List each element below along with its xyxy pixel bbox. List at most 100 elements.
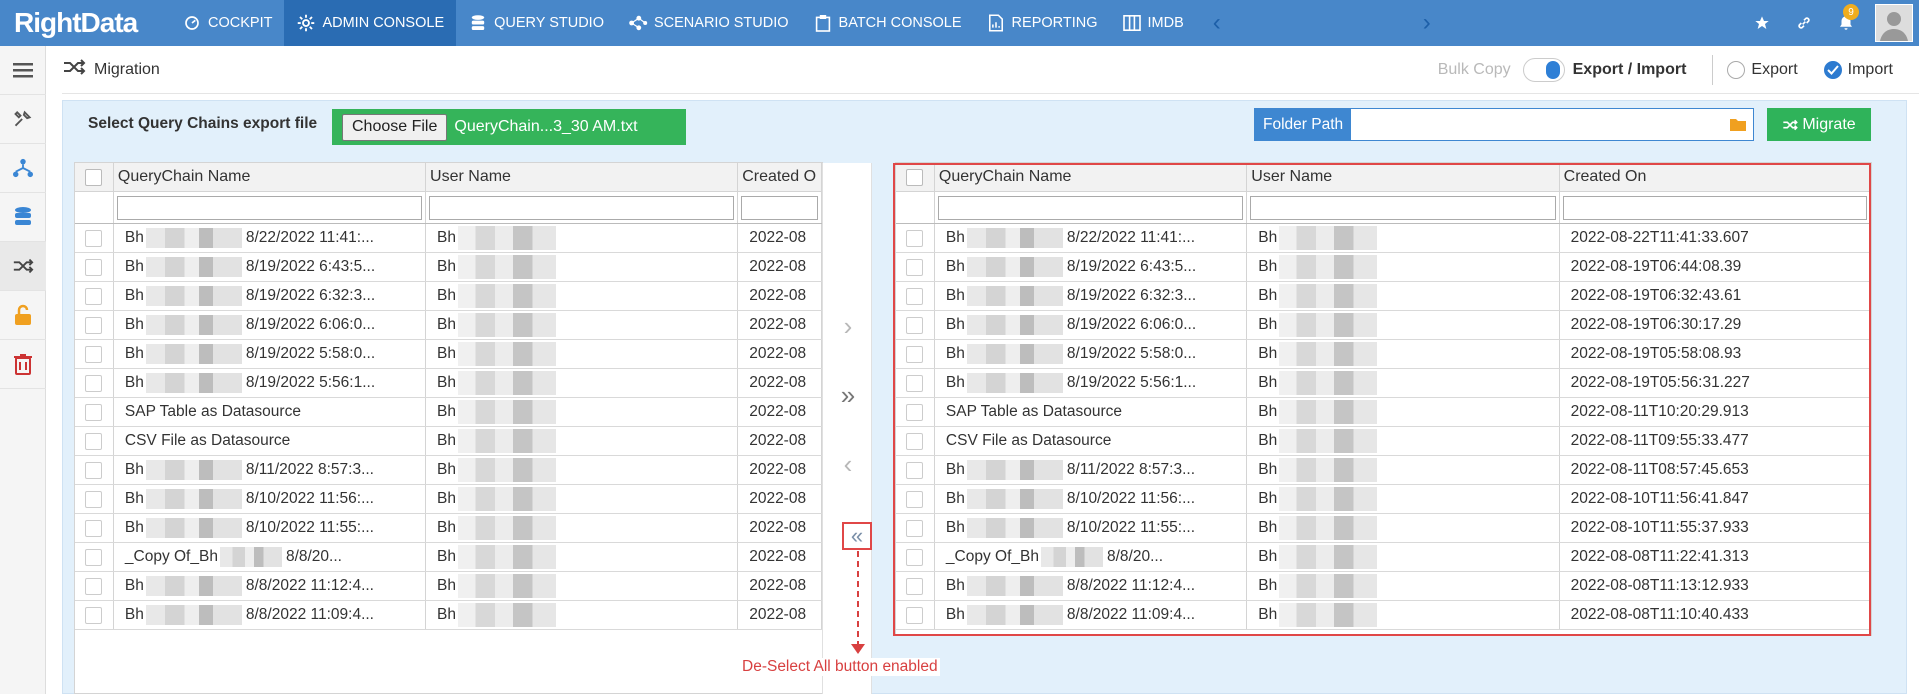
table-row[interactable]: Bh 8/10/2022 11:56:... Bh 2022-08 (75, 485, 822, 514)
row-checkbox[interactable] (85, 258, 103, 276)
table-row[interactable]: Bh 8/19/2022 6:06:0... Bh 2022-08 (75, 311, 822, 340)
folder-path-input[interactable] (1351, 109, 1723, 140)
row-checkbox[interactable] (85, 345, 103, 363)
nav-item-admin-console[interactable]: ADMIN CONSOLE (284, 0, 457, 46)
database-icon[interactable] (0, 193, 46, 242)
table-row[interactable]: Bh 8/22/2022 11:41:... Bh 2022-08 (75, 224, 822, 253)
row-checkbox[interactable] (85, 606, 103, 624)
table-row[interactable]: Bh 8/19/2022 6:43:5... Bh 2022-08-19T06:44:… (896, 253, 1871, 282)
folder-icon[interactable] (1723, 109, 1753, 140)
row-checkbox[interactable] (906, 577, 924, 595)
row-checkbox[interactable] (85, 374, 103, 392)
select-all-checkbox[interactable] (85, 168, 103, 186)
row-checkbox[interactable] (85, 490, 103, 508)
notification-bell-icon[interactable]: 9 (1825, 0, 1867, 46)
table-row[interactable]: Bh 8/19/2022 6:43:5... Bh 2022-08 (75, 253, 822, 282)
menu-toggle-icon[interactable] (0, 46, 46, 95)
row-checkbox[interactable] (85, 519, 103, 537)
table-row[interactable]: CSV File as Datasource Bh 2022-08 (75, 427, 822, 456)
row-checkbox[interactable] (85, 548, 103, 566)
nav-item-cockpit[interactable]: COCKPIT (170, 0, 284, 46)
nav-item-batch-console[interactable]: BATCH CONSOLE (801, 0, 974, 46)
row-checkbox[interactable] (85, 577, 103, 595)
table-row[interactable]: Bh 8/19/2022 5:56:1... Bh 2022-08 (75, 369, 822, 398)
row-checkbox[interactable] (906, 548, 924, 566)
column-header[interactable]: Created O (738, 163, 822, 191)
row-checkbox[interactable] (906, 345, 924, 363)
table-row[interactable]: Bh 8/8/2022 11:12:4... Bh 2022-08-08T11:13:… (896, 572, 1871, 601)
row-checkbox[interactable] (85, 316, 103, 334)
column-filter-input[interactable] (741, 195, 818, 220)
export-import-label[interactable]: Export / Import (1573, 61, 1687, 79)
row-checkbox[interactable] (906, 519, 924, 537)
table-row[interactable]: Bh 8/8/2022 11:09:4... Bh 2022-08 (75, 601, 822, 630)
table-row[interactable]: Bh 8/8/2022 11:09:4... Bh 2022-08-08T11:10:… (896, 601, 1871, 630)
row-checkbox[interactable] (906, 374, 924, 392)
table-row[interactable]: _Copy Of_Bh 8/8/20... Bh 2022-08-08T11:22:4… (896, 543, 1871, 572)
row-checkbox[interactable] (906, 606, 924, 624)
bulk-copy-label[interactable]: Bulk Copy (1438, 61, 1511, 79)
table-row[interactable]: Bh 8/19/2022 5:56:1... Bh 2022-08-19T05:56:… (896, 369, 1871, 398)
file-input[interactable]: Choose File QueryChain...3_30 AM.txt (332, 109, 686, 145)
row-checkbox[interactable] (85, 287, 103, 305)
column-header[interactable]: QueryChain Name (114, 163, 427, 191)
row-checkbox[interactable] (906, 461, 924, 479)
nav-scroll-right-icon[interactable]: › (1412, 9, 1442, 37)
column-header[interactable]: QueryChain Name (935, 163, 1248, 191)
row-checkbox[interactable] (906, 287, 924, 305)
row-checkbox[interactable] (906, 316, 924, 334)
table-row[interactable]: Bh 8/10/2022 11:55:... Bh 2022-08 (75, 514, 822, 543)
table-row[interactable]: Bh 8/19/2022 6:32:3... Bh 2022-08 (75, 282, 822, 311)
move-left-icon[interactable]: ‹ (823, 449, 873, 479)
user-avatar[interactable] (1875, 4, 1913, 42)
row-checkbox[interactable] (906, 432, 924, 450)
table-row[interactable]: Bh 8/22/2022 11:41:... Bh 2022-08-22T11:41:… (896, 224, 1871, 253)
table-row[interactable]: _Copy Of_Bh 8/8/20... Bh 2022-08 (75, 543, 822, 572)
hierarchy-icon[interactable] (0, 144, 46, 193)
deselect-all-button[interactable]: « (842, 522, 872, 550)
trash-icon[interactable] (0, 340, 46, 389)
row-checkbox[interactable] (906, 258, 924, 276)
table-row[interactable]: Bh 8/11/2022 8:57:3... Bh 2022-08-11T08:57:… (896, 456, 1871, 485)
table-row[interactable]: Bh 8/19/2022 5:58:0... Bh 2022-08-19T05:58:… (896, 340, 1871, 369)
column-filter-input[interactable] (1250, 195, 1556, 220)
row-checkbox[interactable] (85, 432, 103, 450)
table-row[interactable]: SAP Table as Datasource Bh 2022-08 (75, 398, 822, 427)
move-right-icon[interactable]: › (823, 311, 873, 341)
move-all-right-icon[interactable]: » (823, 380, 873, 410)
row-checkbox[interactable] (906, 229, 924, 247)
row-checkbox[interactable] (906, 403, 924, 421)
mode-toggle[interactable] (1522, 58, 1565, 82)
column-filter-input[interactable] (1562, 195, 1868, 220)
table-row[interactable]: Bh 8/8/2022 11:12:4... Bh 2022-08 (75, 572, 822, 601)
column-filter-input[interactable] (116, 195, 423, 220)
table-row[interactable]: Bh 8/11/2022 8:57:3... Bh 2022-08 (75, 456, 822, 485)
nav-item-scenario-studio[interactable]: SCENARIO STUDIO (616, 0, 801, 46)
column-header[interactable]: User Name (1247, 163, 1560, 191)
star-icon[interactable] (1741, 0, 1783, 46)
row-checkbox[interactable] (906, 490, 924, 508)
table-row[interactable]: Bh 8/10/2022 11:55:... Bh 2022-08-10T11:55:… (896, 514, 1871, 543)
table-row[interactable]: CSV File as Datasource Bh 2022-08-11T09:55… (896, 427, 1871, 456)
column-filter-input[interactable] (937, 195, 1244, 220)
column-filter-input[interactable] (429, 195, 735, 220)
migrate-button[interactable]: Migrate (1767, 108, 1871, 141)
link-icon[interactable] (1783, 0, 1825, 46)
table-row[interactable]: SAP Table as Datasource Bh 2022-08-11T10:2… (896, 398, 1871, 427)
import-radio[interactable]: Import (1823, 61, 1893, 79)
row-checkbox[interactable] (85, 403, 103, 421)
table-row[interactable]: Bh 8/19/2022 5:58:0... Bh 2022-08 (75, 340, 822, 369)
nav-item-reporting[interactable]: REPORTING (974, 0, 1110, 46)
column-header[interactable]: Created On (1560, 163, 1871, 191)
brand-logo[interactable]: RightData (0, 0, 170, 46)
export-radio[interactable]: Export (1727, 61, 1798, 79)
table-row[interactable]: Bh 8/19/2022 6:32:3... Bh 2022-08-19T06:32:… (896, 282, 1871, 311)
nav-item-imdb[interactable]: IMDB (1110, 0, 1196, 46)
nav-scroll-left-icon[interactable]: ‹ (1202, 9, 1232, 37)
choose-file-button[interactable]: Choose File (342, 113, 448, 141)
row-checkbox[interactable] (85, 229, 103, 247)
column-header[interactable]: User Name (426, 163, 739, 191)
table-row[interactable]: Bh 8/19/2022 6:06:0... Bh 2022-08-19T06:30:… (896, 311, 1871, 340)
table-row[interactable]: Bh 8/10/2022 11:56:... Bh 2022-08-10T11:56:… (896, 485, 1871, 514)
migration-icon[interactable] (0, 242, 46, 291)
